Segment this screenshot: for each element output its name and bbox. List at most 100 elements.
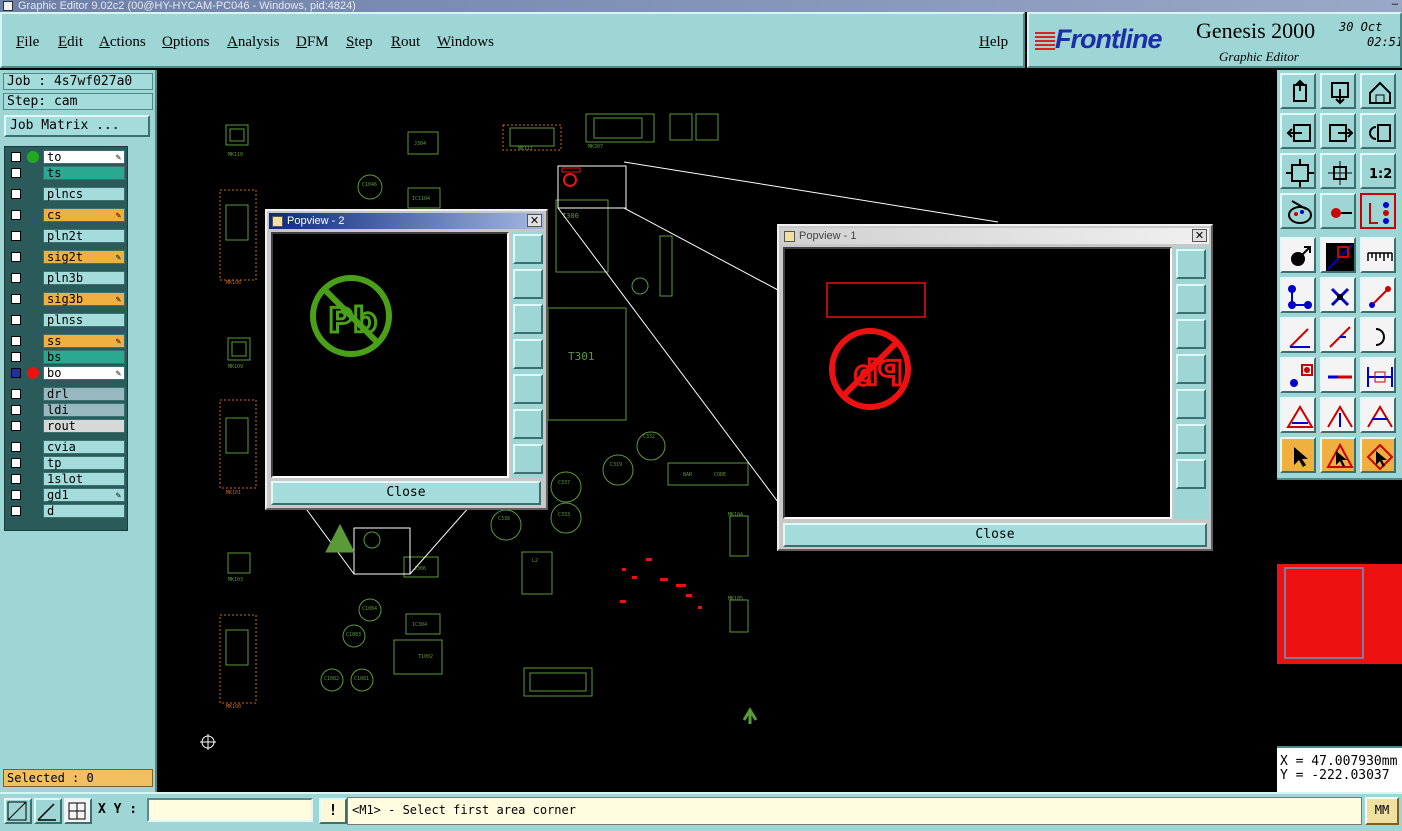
layer-checkbox[interactable] [11, 189, 21, 199]
layer-name[interactable]: sig2t ✎ [43, 250, 125, 264]
layer-row-d[interactable]: d [7, 504, 125, 518]
menu-windows[interactable]: Windows [437, 34, 494, 51]
pan-left-icon[interactable] [1280, 113, 1316, 149]
layer-checkbox[interactable] [11, 168, 21, 178]
layer-name[interactable]: pln3b [43, 271, 125, 285]
layer-checkbox[interactable] [11, 336, 21, 346]
ruler-icon[interactable] [1360, 237, 1396, 273]
layer-row-pln2t[interactable]: pln2t [7, 229, 125, 243]
layer-name[interactable]: cvia [43, 440, 125, 454]
layer-checkbox[interactable] [11, 294, 21, 304]
layer-row-sig3b[interactable]: sig3b ✎ [7, 292, 125, 306]
layer-row-drl[interactable]: drl [7, 387, 125, 401]
layer-checkbox[interactable] [11, 315, 21, 325]
layer-checkbox[interactable] [11, 405, 21, 415]
popview-1-close-button[interactable]: Close [783, 523, 1207, 547]
layer-checkbox[interactable] [11, 389, 21, 399]
layer-name[interactable]: bs [43, 350, 125, 364]
layer-checkbox[interactable] [11, 152, 21, 162]
menu-edit[interactable]: Edit [58, 34, 83, 51]
pan-down-icon[interactable] [1176, 319, 1206, 349]
zoom-fit-icon[interactable] [1280, 153, 1316, 189]
snap-line-icon[interactable] [1320, 237, 1356, 273]
zoom-out-icon[interactable] [513, 444, 543, 474]
popview-2-titlebar[interactable]: Popview - 2 [269, 213, 544, 229]
layer-checkbox[interactable] [11, 273, 21, 283]
scale-1-2-icon[interactable]: 1:2 [1360, 153, 1396, 189]
menu-dfm[interactable]: DFM [296, 34, 329, 51]
horizontal-line-icon[interactable] [1320, 357, 1356, 393]
pan-left-icon[interactable] [1176, 354, 1206, 384]
point-line-icon[interactable] [1360, 277, 1396, 313]
select-mode-icon[interactable] [4, 798, 32, 824]
layer-row-sig2t[interactable]: sig2t ✎ [7, 250, 125, 264]
layer-name[interactable]: to ✎ [43, 150, 125, 164]
layer-checkbox[interactable] [11, 210, 21, 220]
close-icon[interactable]: ✕ [1192, 229, 1207, 242]
diagonal-icon[interactable] [1320, 317, 1356, 353]
layer-name[interactable]: tp [43, 456, 125, 470]
select-pointer-icon[interactable] [1280, 437, 1316, 473]
zoom-down-icon[interactable] [1320, 73, 1356, 109]
layer-name[interactable]: drl [43, 387, 125, 401]
layer-checkbox[interactable] [11, 442, 21, 452]
close-icon[interactable]: ✕ [527, 214, 542, 227]
layer-checkbox[interactable] [11, 474, 21, 484]
zoom-center-icon[interactable] [1320, 153, 1356, 189]
pan-left-icon[interactable] [513, 339, 543, 369]
layer-name[interactable]: ldi [43, 403, 125, 417]
layer-name[interactable]: ts [43, 166, 125, 180]
layer-row-rout[interactable]: rout [7, 419, 125, 433]
zoom-reset-icon[interactable] [1176, 249, 1206, 279]
layer-row-ss[interactable]: ss ✎ [7, 334, 125, 348]
layer-checkbox[interactable] [11, 352, 21, 362]
job-matrix-button[interactable]: Job Matrix ... [4, 115, 150, 137]
layer-row-to[interactable]: to ✎ [7, 150, 125, 164]
layer-checkbox[interactable] [11, 490, 21, 500]
select-area-icon[interactable] [1360, 437, 1396, 473]
layer-row-cvia[interactable]: cvia [7, 440, 125, 454]
layer-checkbox[interactable] [11, 506, 21, 516]
layer-row-ts[interactable]: ts [7, 166, 125, 180]
menu-actions[interactable]: Actions [99, 34, 146, 51]
arc-icon[interactable] [1360, 317, 1396, 353]
triangle-a-icon[interactable] [1280, 397, 1316, 433]
layer-name[interactable]: d [43, 504, 125, 518]
connect-nodes-icon[interactable] [1280, 277, 1316, 313]
layer-row-plncs[interactable]: plncs [7, 187, 125, 201]
popview-2-viewport[interactable]: Pb [271, 232, 509, 478]
undo-zoom-icon[interactable] [1360, 113, 1396, 149]
zoom-out-icon[interactable] [1176, 459, 1206, 489]
menu-analysis[interactable]: Analysis [227, 34, 280, 51]
snap-center-icon[interactable] [1280, 237, 1316, 273]
grid-mode-icon[interactable] [64, 798, 92, 824]
popview-1-viewport[interactable]: Pb [783, 247, 1172, 519]
layer-row-1slot[interactable]: 1slot [7, 472, 125, 486]
layer-row-cs[interactable]: cs ✎ [7, 208, 125, 222]
layer-snap-icon[interactable] [1360, 193, 1396, 229]
layer-row-bs[interactable]: bs [7, 350, 125, 364]
layer-name[interactable]: 1slot [43, 472, 125, 486]
triangle-c-icon[interactable] [1360, 397, 1396, 433]
menu-options[interactable]: Options [162, 34, 210, 51]
layer-row-pln3b[interactable]: pln3b [7, 271, 125, 285]
angle-icon[interactable] [1280, 317, 1316, 353]
menu-step[interactable]: Step [346, 34, 373, 51]
layer-name[interactable]: bo ✎ [43, 366, 125, 380]
pan-right-icon[interactable] [1176, 389, 1206, 419]
home-icon[interactable] [1360, 73, 1396, 109]
layer-name[interactable]: cs ✎ [43, 208, 125, 222]
overview-panel[interactable] [1277, 478, 1402, 746]
popview-1-titlebar[interactable]: Popview - 1 [781, 228, 1209, 244]
triangle-b-icon[interactable] [1320, 397, 1356, 433]
pan-up-icon[interactable] [513, 269, 543, 299]
zoom-in-icon[interactable] [513, 409, 543, 439]
layer-name[interactable]: pln2t [43, 229, 125, 243]
layer-name[interactable]: plncs [43, 187, 125, 201]
minimize-icon[interactable]: – [1392, 0, 1398, 10]
layer-row-ldi[interactable]: ldi [7, 403, 125, 417]
layer-checkbox[interactable] [11, 458, 21, 468]
layer-row-plnss[interactable]: plnss [7, 313, 125, 327]
popview-2-close-button[interactable]: Close [271, 481, 541, 505]
pan-up-icon[interactable] [1176, 284, 1206, 314]
